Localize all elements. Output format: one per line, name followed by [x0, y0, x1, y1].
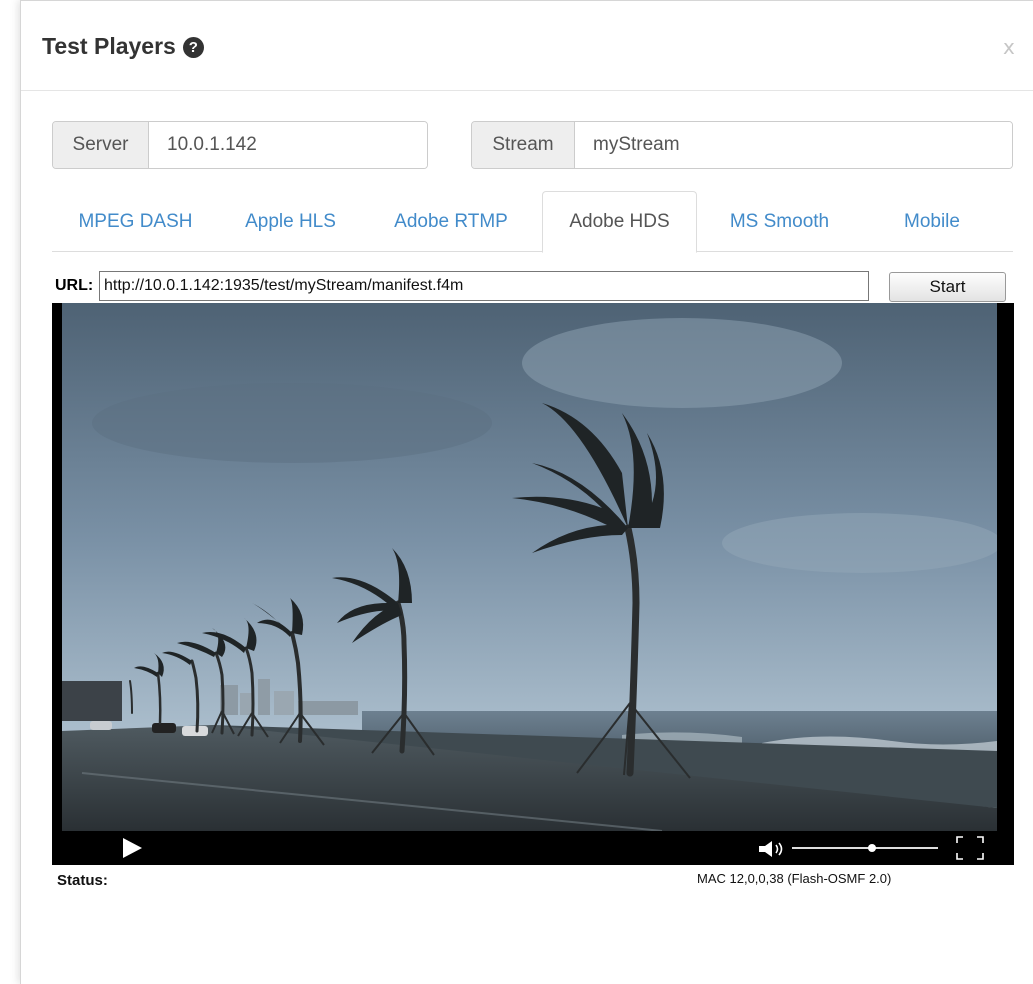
- modal-title: Test Players ?: [42, 33, 204, 60]
- url-row: URL: Start: [53, 271, 1008, 303]
- question-circle-icon[interactable]: ?: [182, 37, 204, 58]
- player-version-text: MAC 12,0,0,38 (Flash-OSMF 2.0): [697, 871, 892, 886]
- modal-title-text: Test Players: [42, 33, 176, 59]
- url-label: URL:: [55, 277, 94, 294]
- tab-ms-smooth[interactable]: MS Smooth: [698, 191, 861, 252]
- volume-knob[interactable]: [868, 844, 877, 852]
- video-frame[interactable]: [62, 303, 997, 831]
- url-input[interactable]: [99, 271, 869, 301]
- modal-header: Test Players ? x: [21, 1, 1033, 91]
- tab-adobe-hds[interactable]: Adobe HDS: [542, 191, 697, 253]
- start-button[interactable]: Start: [889, 272, 1006, 302]
- volume-track: [792, 847, 938, 849]
- storm-palm-video-image: [62, 303, 997, 831]
- tab-mobile[interactable]: Mobile: [861, 191, 1003, 252]
- volume-slider[interactable]: [792, 844, 938, 852]
- play-icon[interactable]: [123, 838, 142, 858]
- volume-icon[interactable]: [759, 840, 789, 858]
- stream-label: Stream: [472, 122, 575, 168]
- video-control-bar: [52, 831, 1014, 865]
- server-input-group: Server: [52, 121, 428, 169]
- video-player[interactable]: [52, 303, 1014, 865]
- fullscreen-icon[interactable]: [956, 836, 984, 860]
- close-button[interactable]: x: [1003, 35, 1015, 59]
- stream-input-group: Stream: [471, 121, 1013, 169]
- test-players-modal: Test Players ? x Server Stream MPEG DASH…: [20, 0, 1033, 984]
- server-input[interactable]: [149, 122, 427, 168]
- tab-adobe-rtmp[interactable]: Adobe RTMP: [362, 191, 540, 252]
- player-tabs: MPEG DASH Apple HLS Adobe RTMP Adobe HDS…: [52, 191, 1013, 253]
- server-label: Server: [53, 122, 149, 168]
- status-label: Status:: [57, 872, 108, 889]
- stream-input[interactable]: [575, 122, 1012, 168]
- tab-apple-hls[interactable]: Apple HLS: [219, 191, 362, 252]
- tab-mpeg-dash[interactable]: MPEG DASH: [52, 191, 219, 252]
